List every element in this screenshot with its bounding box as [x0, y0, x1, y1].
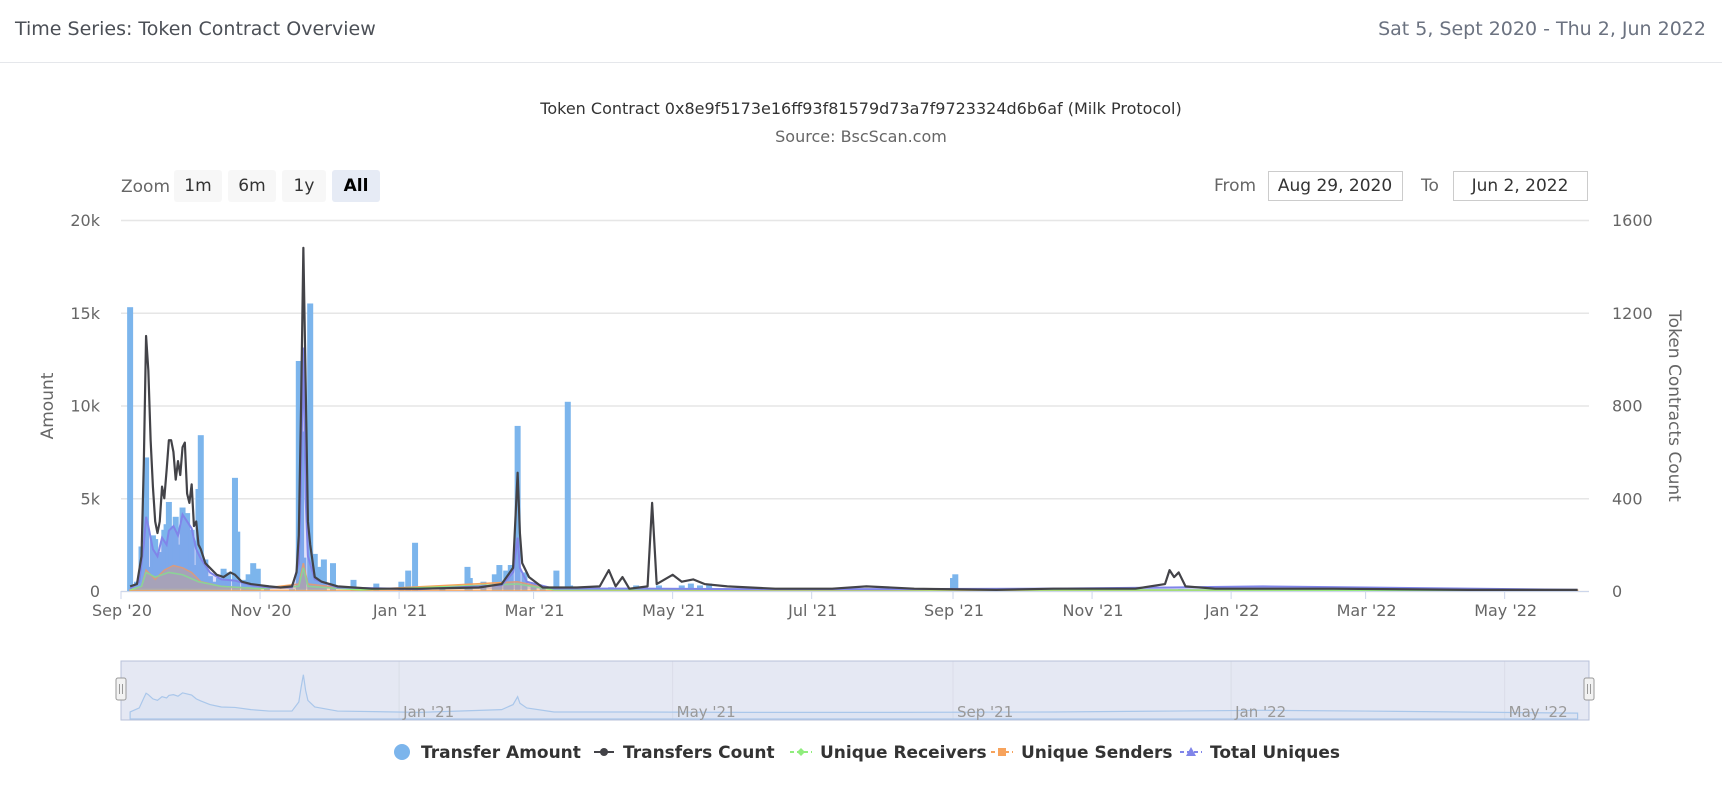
x-tick-label: Sep '21	[924, 601, 984, 620]
y-axis-title: Amount	[38, 372, 58, 439]
plot-area	[127, 246, 1579, 592]
x-tick-label: Jul '21	[787, 601, 837, 620]
x-axis-ticks: Sep '20 Nov '20 Jan '21 Mar '21 May '21 Jul '…	[92, 591, 1589, 620]
zoom-button-6m-label[interactable]: 6m	[238, 176, 265, 196]
y2-tick-label: 0	[1612, 582, 1622, 601]
legend-marker-unique-receivers	[797, 748, 805, 756]
y2-tick-label: 1600	[1612, 211, 1653, 230]
to-label: To	[1420, 176, 1439, 196]
from-label: From	[1214, 176, 1256, 196]
navigator-tick-label: Jan '22	[1234, 703, 1286, 721]
x-tick-label: May '22	[1474, 601, 1537, 620]
legend-label-total-uniques[interactable]: Total Uniques	[1210, 743, 1340, 763]
y2-tick-label: 400	[1612, 489, 1643, 508]
navigator-right-handle[interactable]	[1583, 677, 1595, 701]
navigator-tick-label: May '21	[677, 703, 736, 721]
x-tick-label: Nov '20	[231, 601, 292, 620]
legend-item-unique-receivers[interactable]: Unique Receivers	[790, 743, 987, 763]
chart-title: Token Contract 0x8e9f5173e16ff93f81579d7…	[539, 99, 1181, 118]
grid-lines	[121, 219, 1589, 593]
to-date-value[interactable]: Jun 2, 2022	[1471, 176, 1569, 196]
y-tick-label: 5k	[81, 489, 101, 508]
x-tick-label: Sep '20	[92, 601, 152, 620]
x-tick-label: Jan '21	[372, 601, 428, 620]
navigator-right-handle-box[interactable]	[1583, 677, 1595, 701]
y-tick-label: 20k	[70, 211, 100, 230]
legend-item-transfers-count[interactable]: Transfers Count	[594, 743, 775, 763]
zoom-label: Zoom	[121, 177, 170, 197]
y-tick-label: 0	[90, 582, 100, 601]
zoom-button-1y-label[interactable]: 1y	[294, 176, 315, 196]
transfer-amount-bar[interactable]	[564, 401, 571, 591]
navigator-left-handle[interactable]	[115, 677, 127, 701]
transfer-amount-bar[interactable]	[127, 307, 134, 591]
y2-tick-label: 1200	[1612, 304, 1653, 323]
navigator-tick-label: Jan '21	[402, 703, 454, 721]
navigator[interactable]: Jan '21 May '21 Sep '21 Jan '22 May '22	[115, 660, 1595, 721]
legend-label-transfer-amount[interactable]: Transfer Amount	[421, 743, 581, 763]
x-tick-label: Mar '21	[505, 601, 565, 620]
chart-titles: Token Contract 0x8e9f5173e16ff93f81579d7…	[539, 99, 1181, 146]
legend-label-transfers-count[interactable]: Transfers Count	[623, 743, 775, 763]
legend-marker-unique-senders	[998, 748, 1006, 756]
x-tick-label: Jan '22	[1204, 601, 1260, 620]
chart-container: Token Contract 0x8e9f5173e16ff93f81579d7…	[38, 99, 1684, 763]
y-tick-label: 15k	[70, 304, 100, 323]
zoom-button-1y[interactable]: 1y	[282, 170, 326, 202]
zoom-button-1m[interactable]: 1m	[174, 170, 222, 202]
navigator-selection-mask[interactable]	[120, 660, 1590, 721]
chart-subtitle: Source: BscScan.com	[775, 127, 947, 146]
x-tick-label: Mar '22	[1337, 601, 1397, 620]
zoom-button-all-label[interactable]: All	[344, 176, 369, 196]
zoom-button-all[interactable]: All	[332, 170, 380, 202]
transfers-count-line[interactable]	[129, 246, 1578, 591]
legend-label-unique-senders[interactable]: Unique Senders	[1021, 743, 1173, 763]
legend-item-unique-senders[interactable]: Unique Senders	[991, 743, 1173, 763]
legend-marker-transfer-amount	[394, 744, 410, 760]
range-selector: Zoom 1m 6m 1y All From Aug 29, 2020 To J…	[121, 170, 1588, 202]
y-tick-label: 10k	[70, 397, 100, 416]
y2-tick-label: 800	[1612, 397, 1643, 416]
total-uniques-line[interactable]	[129, 347, 1578, 591]
y-axis-ticks: 0 5k 10k 15k 20k	[70, 211, 100, 601]
y2-axis-ticks: 0 400 800 1200 1600	[1612, 211, 1653, 601]
legend-item-total-uniques[interactable]: Total Uniques	[1180, 743, 1340, 763]
x-tick-label: Nov '21	[1063, 601, 1124, 620]
legend: Transfer Amount Transfers Count Unique R…	[394, 743, 1340, 763]
legend-label-unique-receivers[interactable]: Unique Receivers	[820, 743, 987, 763]
legend-marker-transfers-count	[600, 748, 608, 756]
zoom-button-1m-label[interactable]: 1m	[184, 176, 211, 196]
zoom-button-6m[interactable]: 6m	[228, 170, 276, 202]
y2-axis-title: Token Contracts Count	[1664, 309, 1684, 502]
navigator-tick-label: May '22	[1509, 703, 1568, 721]
transfer-amount-bar[interactable]	[412, 542, 419, 591]
from-date-input[interactable]: Aug 29, 2020	[1268, 171, 1403, 201]
from-date-value[interactable]: Aug 29, 2020	[1278, 176, 1392, 196]
navigator-left-handle-box[interactable]	[115, 677, 127, 701]
navigator-tick-label: Sep '21	[957, 703, 1013, 721]
to-date-input[interactable]: Jun 2, 2022	[1453, 171, 1588, 201]
legend-item-transfer-amount[interactable]: Transfer Amount	[394, 743, 581, 763]
x-tick-label: May '21	[642, 601, 705, 620]
